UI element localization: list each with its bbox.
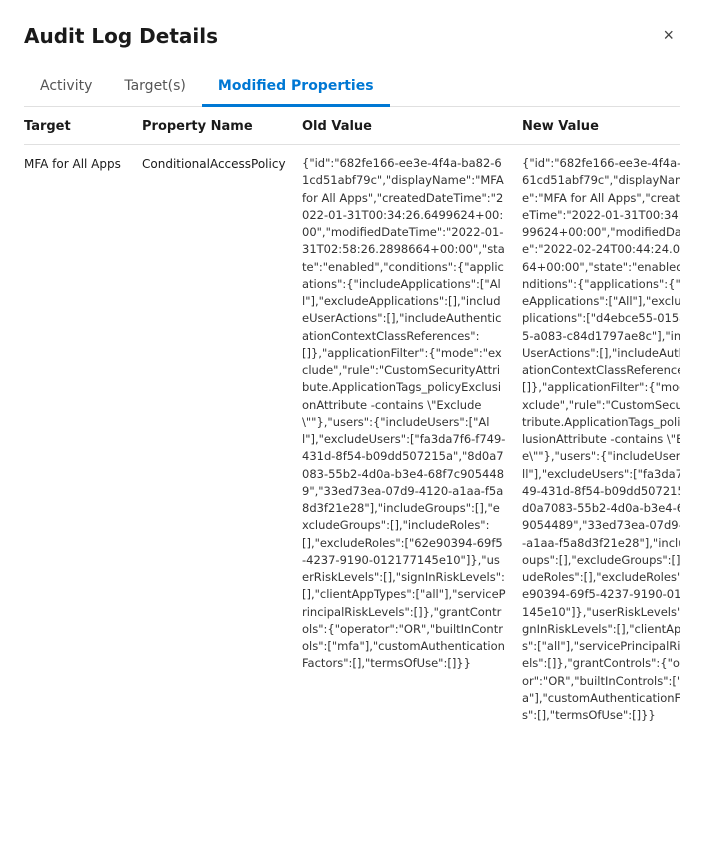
dialog-title: Audit Log Details [24, 24, 218, 48]
col-target: Target [24, 107, 134, 145]
table-wrapper: Target Property Name Old Value New Value… [24, 107, 680, 836]
table-header-row: Target Property Name Old Value New Value [24, 107, 680, 145]
col-property-name: Property Name [134, 107, 294, 145]
table-row: MFA for All AppsConditionalAccessPolicy{… [24, 145, 680, 735]
tab-bar: Activity Target(s) Modified Properties [24, 68, 680, 107]
tab-activity[interactable]: Activity [24, 68, 108, 107]
col-new-value: New Value [514, 107, 680, 145]
cell-old-value: {"id":"682fe166-ee3e-4f4a-ba82-61cd51abf… [294, 145, 514, 735]
col-old-value: Old Value [294, 107, 514, 145]
audit-log-dialog: Audit Log Details × Activity Target(s) M… [0, 0, 704, 860]
cell-property-name: ConditionalAccessPolicy [134, 145, 294, 735]
cell-target: MFA for All Apps [24, 145, 134, 735]
tab-targets[interactable]: Target(s) [108, 68, 202, 107]
dialog-header: Audit Log Details × [24, 24, 680, 48]
cell-new-value: {"id":"682fe166-ee3e-4f4a-ba82-61cd51abf… [514, 145, 680, 735]
close-button[interactable]: × [657, 24, 680, 46]
tab-modified-properties[interactable]: Modified Properties [202, 68, 390, 107]
properties-table: Target Property Name Old Value New Value… [24, 107, 680, 734]
